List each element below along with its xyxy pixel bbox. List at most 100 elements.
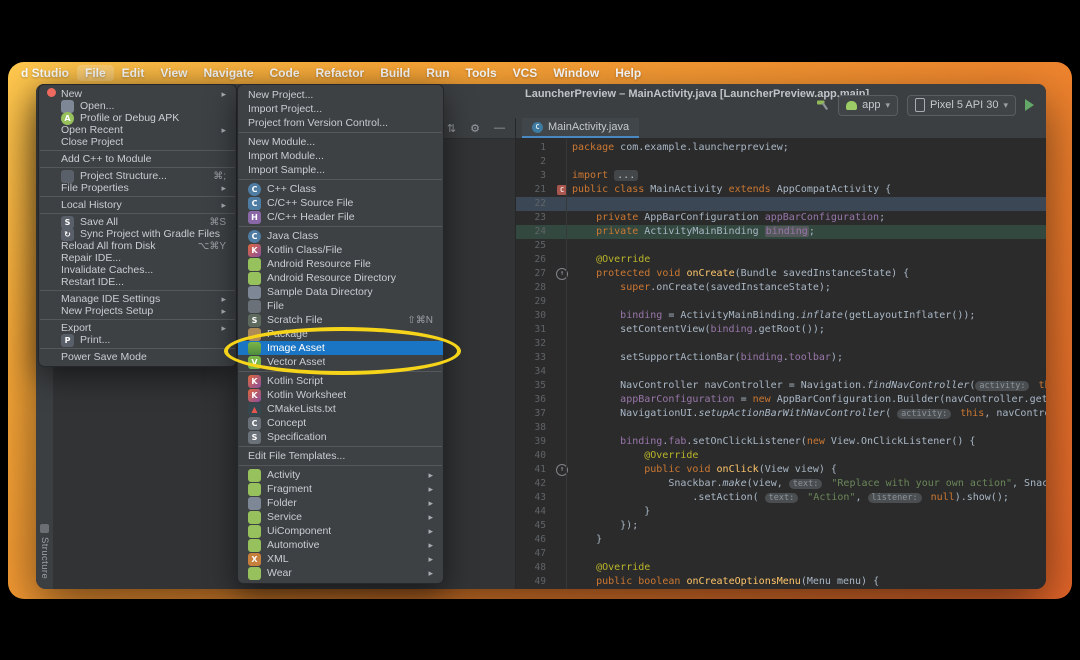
menubar-item-vcs[interactable]: VCS <box>505 65 546 81</box>
menubar-item-refactor[interactable]: Refactor <box>308 65 373 81</box>
file-menu-item-repair-ide[interactable]: Repair IDE... <box>39 252 236 264</box>
new-submenu-item-image-asset[interactable]: Image Asset <box>238 341 443 355</box>
editor[interactable]: MainActivity.java 1package com.example.l… <box>516 118 1046 589</box>
menu-item-label: Restart IDE... <box>61 276 124 288</box>
menu-item-label: Power Save Mode <box>61 351 147 363</box>
new-submenu-item-file[interactable]: File <box>238 299 443 313</box>
new-submenu-item-package[interactable]: Package <box>238 327 443 341</box>
menu-item-shortcut: ⌘; <box>205 171 226 182</box>
file-menu-item-invalidate-caches[interactable]: Invalidate Caches... <box>39 264 236 276</box>
file-menu-item-power-save-mode[interactable]: Power Save Mode <box>39 351 236 363</box>
menu-item-label: Activity <box>267 469 300 481</box>
new-submenu-item-import-sample[interactable]: Import Sample... <box>238 163 443 177</box>
menubar-item-edit[interactable]: Edit <box>114 65 153 81</box>
code-line-43: 43 .setAction( text: "Action", listener:… <box>516 491 1046 505</box>
code-line-26: 26 @Override <box>516 253 1046 267</box>
new-submenu-item-wear[interactable]: Wear <box>238 566 443 580</box>
new-submenu-item-project-from-version-control[interactable]: Project from Version Control... <box>238 116 443 130</box>
hide-panel-icon[interactable]: — <box>494 122 505 134</box>
menubar-item-file[interactable]: File <box>77 65 114 81</box>
file-menu-item-project-structure[interactable]: Project Structure...⌘; <box>39 170 236 182</box>
menubar-item-code[interactable]: Code <box>262 65 308 81</box>
new-submenu-item-c-c-header-file[interactable]: HC/C++ Header File <box>238 210 443 224</box>
menu-item-label: New <box>61 88 82 100</box>
new-submenu-item-fragment[interactable]: Fragment <box>238 482 443 496</box>
concept-icon: C <box>248 417 261 430</box>
new-submenu-item-android-resource-file[interactable]: Android Resource File <box>238 257 443 271</box>
macos-desktop: d Studio FileEditViewNavigateCodeRefacto… <box>8 62 1072 599</box>
new-submenu-item-c-c-source-file[interactable]: CC/C++ Source File <box>238 196 443 210</box>
new-submenu-item-concept[interactable]: CConcept <box>238 416 443 430</box>
new-submenu-item-kotlin-script[interactable]: KKotlin Script <box>238 374 443 388</box>
menubar-item-help[interactable]: Help <box>607 65 649 81</box>
new-submenu-item-kotlin-worksheet[interactable]: KKotlin Worksheet <box>238 388 443 402</box>
build-hammer-icon[interactable] <box>815 98 829 112</box>
new-submenu-item-folder[interactable]: Folder <box>238 496 443 510</box>
menubar-item-view[interactable]: View <box>152 65 195 81</box>
new-submenu-item-uicomponent[interactable]: UiComponent <box>238 524 443 538</box>
new-submenu-item-java-class[interactable]: CJava Class <box>238 229 443 243</box>
new-submenu-item-xml[interactable]: XXML <box>238 552 443 566</box>
file-menu-item-local-history[interactable]: Local History <box>39 199 236 211</box>
device-selector[interactable]: Pixel 5 API 30 <box>907 95 1016 116</box>
file-menu-item-manage-ide-settings[interactable]: Manage IDE Settings <box>39 293 236 305</box>
menubar-item-window[interactable]: Window <box>545 65 607 81</box>
new-submenu-item-import-module[interactable]: Import Module... <box>238 149 443 163</box>
new-submenu-item-c-class[interactable]: CC++ Class <box>238 182 443 196</box>
new-submenu-item-import-project[interactable]: Import Project... <box>238 102 443 116</box>
tab-mainactivity-java[interactable]: MainActivity.java <box>522 118 639 138</box>
new-submenu-item-cmakelists-txt[interactable]: ▲CMakeLists.txt <box>238 402 443 416</box>
new-submenu-item-new-project[interactable]: New Project... <box>238 88 443 102</box>
file-menu-item-reload-all-from-disk[interactable]: Reload All from Disk⌥⌘Y <box>39 240 236 252</box>
tool-window-button-structure[interactable]: Structure <box>39 524 50 579</box>
new-submenu-item-edit-file-templates[interactable]: Edit File Templates... <box>238 449 443 463</box>
run-button[interactable] <box>1025 99 1034 111</box>
file-menu-item-restart-ide[interactable]: Restart IDE... <box>39 276 236 288</box>
new-submenu-item-scratch-file[interactable]: SScratch File⇧⌘N <box>238 313 443 327</box>
code-line-1: 1package com.example.launcherpreview; <box>516 141 1046 155</box>
new-submenu-item-specification[interactable]: SSpecification <box>238 430 443 444</box>
file-menu-item-add-c-to-module[interactable]: Add C++ to Module <box>39 153 236 165</box>
submenu-arrow-icon <box>213 294 226 305</box>
submenu-arrow-icon <box>213 200 226 211</box>
file-menu-item-save-all[interactable]: SSave All⌘S <box>39 216 236 228</box>
new-submenu-item-android-resource-directory[interactable]: Android Resource Directory <box>238 271 443 285</box>
vector-icon: V <box>248 356 261 369</box>
menubar-item-run[interactable]: Run <box>418 65 457 81</box>
new-submenu-item-automotive[interactable]: Automotive <box>238 538 443 552</box>
settings-gear-icon[interactable]: ⚙ <box>470 122 480 135</box>
file-menu-item-profile-or-debug-apk[interactable]: AProfile or Debug APK <box>39 112 236 124</box>
line-number: 44 <box>516 505 552 519</box>
menubar-item-build[interactable]: Build <box>372 65 418 81</box>
menu-item-label: Kotlin Worksheet <box>267 389 346 401</box>
file-menu-item-export[interactable]: Export <box>39 322 236 334</box>
submenu-arrow-icon <box>420 512 433 523</box>
code-line-31: 31 setContentView(binding.getRoot()); <box>516 323 1046 337</box>
menubar-item-navigate[interactable]: Navigate <box>195 65 261 81</box>
menubar-item-tools[interactable]: Tools <box>458 65 505 81</box>
new-submenu-item-sample-data-directory[interactable]: Sample Data Directory <box>238 285 443 299</box>
file-menu-item-open-recent[interactable]: Open Recent <box>39 124 236 136</box>
code-line-23: 23 private AppBarConfiguration appBarCon… <box>516 211 1046 225</box>
new-submenu-item-activity[interactable]: Activity <box>238 468 443 482</box>
file-menu-item-close-project[interactable]: Close Project <box>39 136 236 148</box>
new-submenu-item-kotlin-class-file[interactable]: KKotlin Class/File <box>238 243 443 257</box>
new-submenu-item-vector-asset[interactable]: VVector Asset <box>238 355 443 369</box>
menu-separator <box>40 167 235 168</box>
code-line-41: 41 public void onClick(View view) { <box>516 463 1046 477</box>
file-menu-item-new-projects-setup[interactable]: New Projects Setup <box>39 305 236 317</box>
sort-icon[interactable]: ⇅ <box>447 122 456 135</box>
file-menu-item-file-properties[interactable]: File Properties <box>39 182 236 194</box>
new-submenu-item-new-module[interactable]: New Module... <box>238 135 443 149</box>
new-submenu-item-service[interactable]: Service <box>238 510 443 524</box>
file-menu-item-print[interactable]: PPrint... <box>39 334 236 346</box>
scratch-icon: S <box>248 314 261 327</box>
menu-item-label: Manage IDE Settings <box>61 293 160 305</box>
file-menu-item-open[interactable]: Open... <box>39 100 236 112</box>
run-config-selector[interactable]: app <box>838 95 898 116</box>
code-area[interactable]: 1package com.example.launcherpreview;23i… <box>516 139 1046 589</box>
file-menu-item-new[interactable]: New <box>39 88 236 100</box>
window-close-button[interactable] <box>47 88 56 97</box>
menu-separator <box>40 196 235 197</box>
file-menu-item-sync-project-with-gradle-files[interactable]: ↻Sync Project with Gradle Files <box>39 228 236 240</box>
